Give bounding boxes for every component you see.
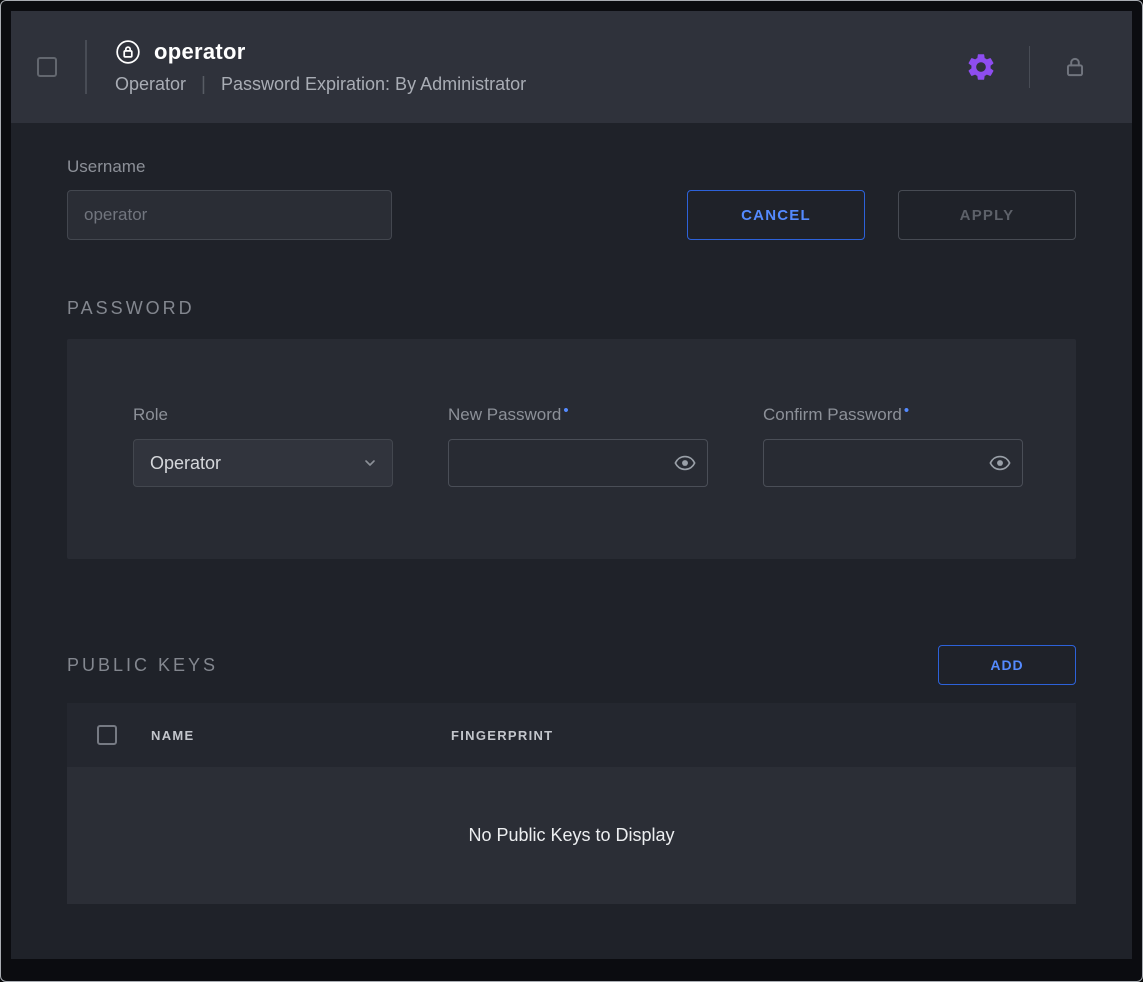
new-password-input[interactable] — [448, 439, 708, 487]
new-password-field-group: New Password• — [448, 405, 708, 559]
password-expiration-text: Password Expiration: By Administrator — [221, 74, 526, 95]
settings-gear-icon[interactable] — [965, 51, 997, 83]
empty-state-message: No Public Keys to Display — [468, 825, 674, 846]
public-keys-section-heading: PUBLIC KEYS — [67, 655, 218, 676]
detail-body: Username CANCEL APPLY PASSWORD Role Oper… — [11, 123, 1132, 959]
password-section-heading: PASSWORD — [67, 298, 1076, 319]
public-keys-table-body: No Public Keys to Display — [67, 767, 1076, 904]
add-public-key-button[interactable]: ADD — [938, 645, 1076, 685]
cancel-button[interactable]: CANCEL — [687, 190, 865, 240]
subtitle-divider: | — [201, 74, 206, 96]
show-password-eye-icon[interactable] — [987, 450, 1013, 476]
chevron-down-icon — [362, 455, 378, 471]
public-keys-table: NAME FINGERPRINT No Public Keys to Displ… — [67, 703, 1076, 904]
required-marker: • — [904, 402, 909, 419]
role-select[interactable]: Operator — [133, 439, 393, 487]
column-header-name: NAME — [151, 728, 451, 743]
form-actions: CANCEL APPLY — [687, 190, 1076, 240]
select-all-keys-checkbox[interactable] — [97, 725, 117, 745]
user-account-icon — [115, 39, 141, 65]
select-user-checkbox[interactable] — [37, 57, 57, 77]
app-window: operator Operator | Password Expiration:… — [0, 0, 1143, 982]
role-label: Role — [133, 405, 393, 425]
show-password-eye-icon[interactable] — [672, 450, 698, 476]
column-header-fingerprint: FINGERPRINT — [451, 728, 553, 743]
new-password-label: New Password• — [448, 405, 708, 425]
user-detail-panel: operator Operator | Password Expiration:… — [11, 11, 1132, 959]
account-row: Username CANCEL APPLY — [67, 157, 1076, 240]
lock-icon[interactable] — [1062, 54, 1088, 80]
header-divider — [85, 40, 87, 94]
required-marker: • — [563, 402, 568, 419]
header-actions — [965, 46, 1088, 88]
public-keys-table-header: NAME FINGERPRINT — [67, 703, 1076, 767]
public-keys-header-row: PUBLIC KEYS ADD — [67, 645, 1076, 685]
username-field-group: Username — [67, 157, 392, 240]
page-title: operator — [154, 39, 246, 65]
user-identity: operator Operator | Password Expiration:… — [115, 39, 526, 96]
role-select-value: Operator — [150, 453, 221, 474]
apply-button[interactable]: APPLY — [898, 190, 1076, 240]
user-role-text: Operator — [115, 74, 186, 95]
confirm-password-input[interactable] — [763, 439, 1023, 487]
username-input[interactable] — [67, 190, 392, 240]
username-label: Username — [67, 157, 392, 177]
confirm-password-label: Confirm Password• — [763, 405, 1023, 425]
header-divider — [1029, 46, 1030, 88]
password-panel: Role Operator New Password• — [67, 339, 1076, 559]
role-field-group: Role Operator — [133, 405, 393, 559]
header-bar: operator Operator | Password Expiration:… — [11, 11, 1132, 123]
confirm-password-field-group: Confirm Password• — [763, 405, 1023, 559]
